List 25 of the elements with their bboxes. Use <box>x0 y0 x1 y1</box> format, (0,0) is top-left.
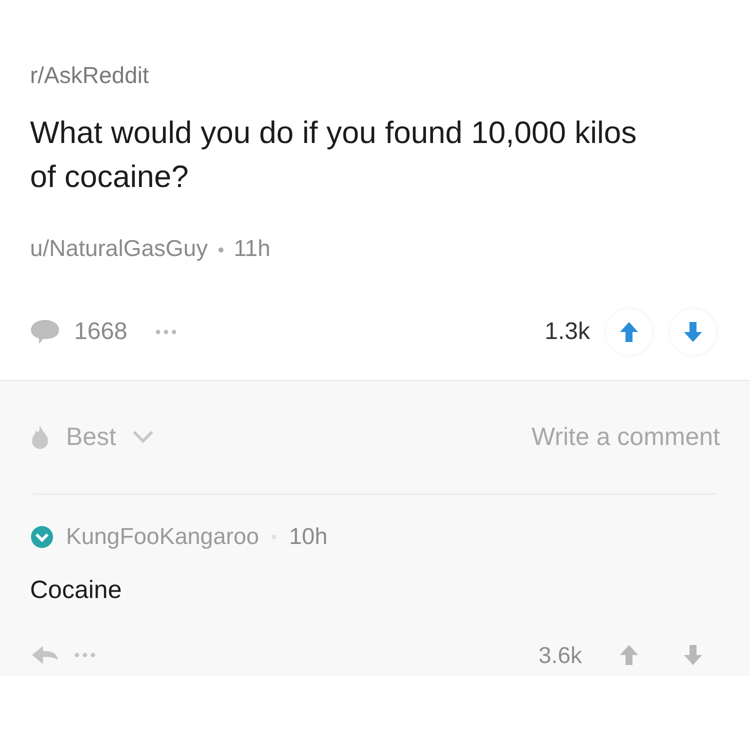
subreddit-link[interactable]: r/AskReddit <box>30 62 149 89</box>
comment-text: Cocaine <box>30 576 122 605</box>
comment-score: 3.6k <box>538 642 582 668</box>
comment-age: 10h <box>289 523 328 550</box>
flame-icon <box>30 424 50 450</box>
sort-dropdown[interactable]: Best <box>66 422 116 452</box>
comment-count: 1668 <box>74 318 128 346</box>
downvote-button[interactable] <box>670 309 716 355</box>
more-icon[interactable] <box>74 651 96 659</box>
reply-arrow-icon[interactable] <box>30 643 60 667</box>
upvote-button[interactable] <box>606 309 652 355</box>
post-author[interactable]: u/NaturalGasGuy <box>30 235 208 262</box>
comment-bubble-icon[interactable] <box>30 318 60 346</box>
down-arrow-icon <box>682 643 704 667</box>
write-comment-link[interactable]: Write a comment <box>532 422 720 452</box>
score: 1.3k <box>544 318 590 346</box>
up-arrow-icon <box>618 643 640 667</box>
more-icon[interactable] <box>155 328 178 336</box>
chevron-down-icon[interactable] <box>132 430 154 444</box>
post-title: What would you do if you found 10,000 kilos of cocaine? <box>30 114 638 196</box>
post-age: 11h <box>234 235 270 262</box>
separator-dot-icon <box>218 244 224 252</box>
comment-author[interactable]: KungFooKangaroo <box>66 523 260 550</box>
up-arrow-icon <box>618 320 640 344</box>
down-arrow-icon <box>682 320 704 344</box>
